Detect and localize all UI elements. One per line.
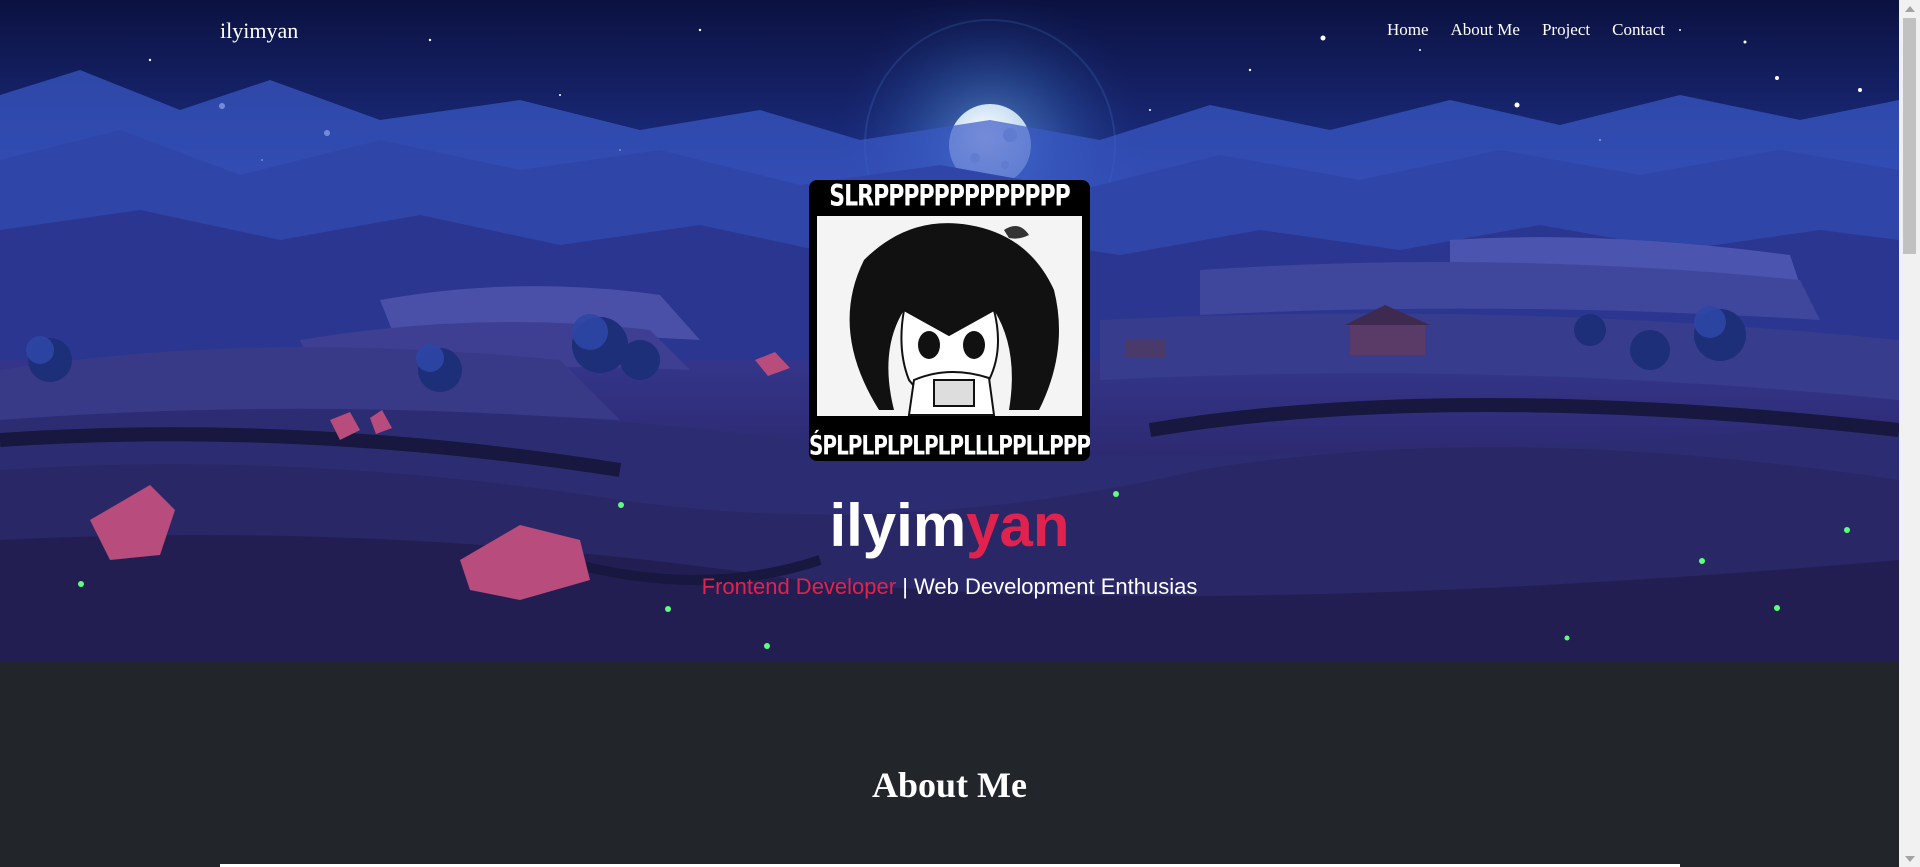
nav-brand[interactable]: ilyimyan bbox=[220, 18, 298, 44]
tagline-rest: | Web Development Enthusias bbox=[896, 574, 1198, 599]
hero-name-main: ilyim bbox=[829, 492, 967, 559]
scroll-up-arrow-icon[interactable] bbox=[1899, 0, 1920, 17]
scrollbar-thumb[interactable] bbox=[1903, 18, 1916, 254]
portfolio-page: ilyimyan Home About Me Project Contact S… bbox=[0, 0, 1920, 867]
hero-name-accent: yan bbox=[966, 492, 1070, 559]
nav-link-about-me[interactable]: About Me bbox=[1451, 20, 1520, 40]
hero-tagline: Frontend Developer | Web Development Ent… bbox=[0, 574, 1899, 600]
tagline-role: Frontend Developer bbox=[701, 574, 897, 599]
hero-section: ilyimyan Home About Me Project Contact S… bbox=[0, 0, 1899, 661]
profile-avatar: SLRPPPPPPPPPPPPP ŚPLPLPLPLPLPLLLPPLLPPPS bbox=[809, 180, 1090, 461]
hero-name: ilyimyan bbox=[0, 490, 1899, 562]
scroll-down-arrow-icon[interactable] bbox=[1899, 850, 1920, 867]
main-nav: Home About Me Project Contact bbox=[1387, 20, 1665, 40]
about-title: About Me bbox=[872, 765, 1027, 805]
nav-link-project[interactable]: Project bbox=[1542, 20, 1590, 40]
vertical-scrollbar[interactable] bbox=[1899, 0, 1920, 867]
manga-girl-illustration bbox=[817, 216, 1082, 416]
nav-link-home[interactable]: Home bbox=[1387, 20, 1429, 40]
nav-link-contact[interactable]: Contact bbox=[1612, 20, 1665, 40]
avatar-caption-bottom: ŚPLPLPLPLPLPLLLPPLLPPPS bbox=[809, 428, 1090, 461]
